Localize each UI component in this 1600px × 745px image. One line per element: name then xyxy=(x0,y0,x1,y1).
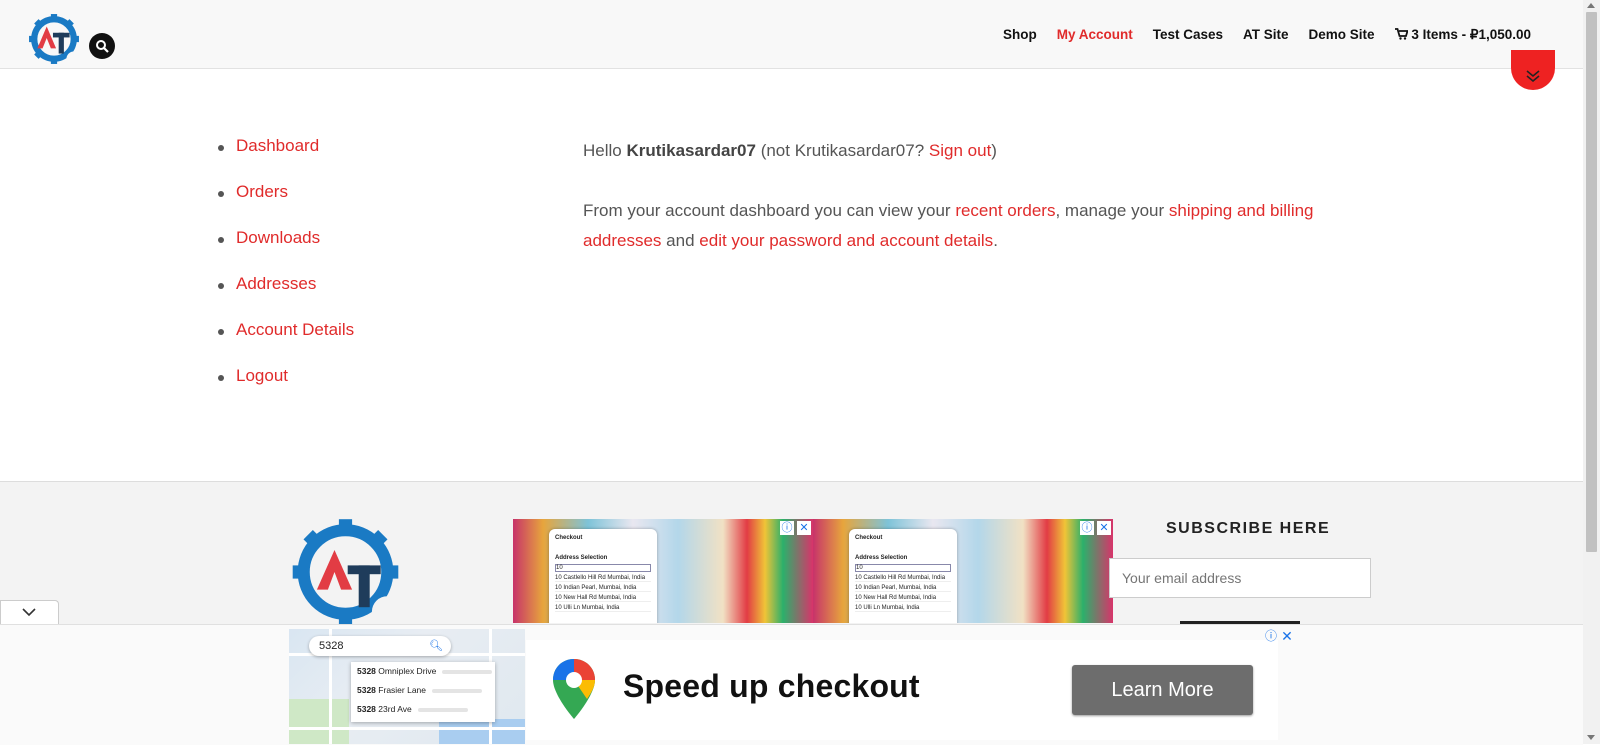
learn-more-button[interactable]: Learn More xyxy=(1072,665,1253,715)
map-search-value: 5328 xyxy=(319,640,344,652)
ad-phone-row: 10 New Hall Rd Mumbai, India xyxy=(555,595,651,602)
ad-phone-section: Address Selection xyxy=(555,555,608,561)
close-icon[interactable]: ✕ xyxy=(1280,629,1294,643)
sign-out-link[interactable]: Sign out xyxy=(929,141,991,160)
chevron-down-icon xyxy=(22,608,36,617)
ad-phone-row: 10 Indian Pearl, Mumbai, India xyxy=(555,585,651,592)
ad-phone-input: 10 xyxy=(555,564,651,572)
close-icon[interactable]: ✕ xyxy=(1097,521,1111,535)
ad-phone-mockup: Checkout Address Selection 10 10 Castlel… xyxy=(549,529,657,623)
account-nav-logout[interactable]: Logout xyxy=(218,366,354,412)
list-item: 5328 Frasier Lane xyxy=(351,681,495,700)
map-search-input[interactable]: 5328 🔍︎ xyxy=(309,636,451,656)
scroll-down-arrow[interactable] xyxy=(1587,735,1595,740)
chevron-down-icon xyxy=(1526,70,1540,82)
list-item: 5328 Omniplex Drive xyxy=(351,662,495,681)
map-water xyxy=(439,719,525,744)
result-street: Frasier Lane xyxy=(378,685,427,695)
ad-phone-row: 10 Castlello Hill Rd Mumbai, India xyxy=(555,575,651,582)
info-icon[interactable]: ⓘ xyxy=(780,521,794,535)
ad-phone-mockup: Checkout Address Selection 10 10 Castlel… xyxy=(849,529,957,623)
search-icon: 🔍︎ xyxy=(429,640,443,652)
ad-phone-input: 10 xyxy=(855,564,951,572)
greeting: Hello Krutikasardar07 (not Krutikasardar… xyxy=(583,136,1323,166)
map-results-list: 5328 Omniplex Drive 5328 Frasier Lane 53… xyxy=(351,662,495,722)
dashboard-content: Hello Krutikasardar07 (not Krutikasardar… xyxy=(583,136,1323,286)
ad-phone-title: Checkout xyxy=(855,535,883,541)
scrollbar-thumb[interactable] xyxy=(1586,12,1597,552)
scroll-up-arrow[interactable] xyxy=(1587,3,1595,8)
and-text: and xyxy=(666,231,695,250)
ad-controls: ⓘ ✕ xyxy=(1080,521,1111,535)
account-nav-addresses[interactable]: Addresses xyxy=(218,274,354,320)
site-logo[interactable] xyxy=(28,12,80,66)
nav-cart[interactable]: 3 Items - ₽1,050.00 xyxy=(1394,27,1531,43)
not-user-text: (not Krutikasardar07? xyxy=(760,141,925,160)
nav-shop[interactable]: Shop xyxy=(1003,27,1037,43)
map-park xyxy=(289,699,349,744)
account-nav-account-details[interactable]: Account Details xyxy=(218,320,354,366)
dashboard-intro: From your account dashboard you can view… xyxy=(583,196,1323,256)
period-text: . xyxy=(993,231,998,250)
close-paren: ) xyxy=(991,141,997,160)
account-nav-orders[interactable]: Orders xyxy=(218,182,354,228)
nav-my-account[interactable]: My Account xyxy=(1057,27,1133,43)
account-navigation: Dashboard Orders Downloads Addresses Acc… xyxy=(218,136,354,412)
cart-summary: 3 Items - ₽1,050.00 xyxy=(1411,27,1531,42)
manage-text: , manage your xyxy=(1055,201,1165,220)
ad-phone-section: Address Selection xyxy=(855,555,908,561)
result-number: 5328 xyxy=(357,685,376,695)
map-pin-icon xyxy=(553,659,595,719)
account-nav-downloads[interactable]: Downloads xyxy=(218,228,354,274)
ad-controls: ⓘ ✕ xyxy=(780,521,811,535)
nav-demo-site[interactable]: Demo Site xyxy=(1309,27,1375,43)
ad-phone-title: Checkout xyxy=(555,535,583,541)
list-item: 5328 23rd Ave xyxy=(351,700,495,719)
ad-headline: Speed up checkout xyxy=(623,668,920,704)
collapse-ad-button[interactable] xyxy=(0,600,59,625)
ad-phone-row: 10 Ulli Ln Mumbai, India xyxy=(555,605,651,612)
search-button[interactable] xyxy=(89,33,115,59)
ad-phone-row: 10 Castlello Hill Rd Mumbai, India xyxy=(855,575,951,582)
subscribe-title: SUBSCRIBE HERE xyxy=(1166,520,1331,537)
greeting-hello: Hello xyxy=(583,141,622,160)
footer-ad-1[interactable]: Checkout Address Selection 10 10 Castlel… xyxy=(513,519,813,623)
email-field[interactable] xyxy=(1109,558,1371,598)
search-icon xyxy=(96,40,109,53)
info-icon[interactable]: ⓘ xyxy=(1080,521,1094,535)
footer-ad-2[interactable]: Checkout Address Selection 10 10 Castlel… xyxy=(813,519,1113,623)
ad-phone-row: 10 Indian Pearl, Mumbai, India xyxy=(855,585,951,592)
site-header: Shop My Account Test Cases AT Site Demo … xyxy=(0,0,1583,69)
recent-orders-link[interactable]: recent orders xyxy=(955,201,1055,220)
account-details-link[interactable]: edit your password and account details xyxy=(699,231,993,250)
ad-phone-row: 10 Ulli Ln Mumbai, India xyxy=(855,605,951,612)
main-nav: Shop My Account Test Cases AT Site Demo … xyxy=(1003,27,1531,43)
nav-test-cases[interactable]: Test Cases xyxy=(1153,27,1223,43)
info-icon[interactable]: ⓘ xyxy=(1264,629,1278,643)
result-street: Omniplex Drive xyxy=(378,666,437,676)
map-road xyxy=(289,727,525,730)
close-icon[interactable]: ✕ xyxy=(797,521,811,535)
ad-phone-row: 10 New Hall Rd Mumbai, India xyxy=(855,595,951,602)
nav-at-site[interactable]: AT Site xyxy=(1243,27,1289,43)
result-number: 5328 xyxy=(357,704,376,714)
result-street: 23rd Ave xyxy=(378,704,412,714)
scroll-down-button[interactable] xyxy=(1511,50,1555,90)
cart-icon xyxy=(1394,28,1409,40)
result-number: 5328 xyxy=(357,666,376,676)
account-nav-dashboard[interactable]: Dashboard xyxy=(218,136,354,182)
intro-text: From your account dashboard you can view… xyxy=(583,201,951,220)
username: Krutikasardar07 xyxy=(626,141,756,160)
footer-logo xyxy=(292,519,403,627)
